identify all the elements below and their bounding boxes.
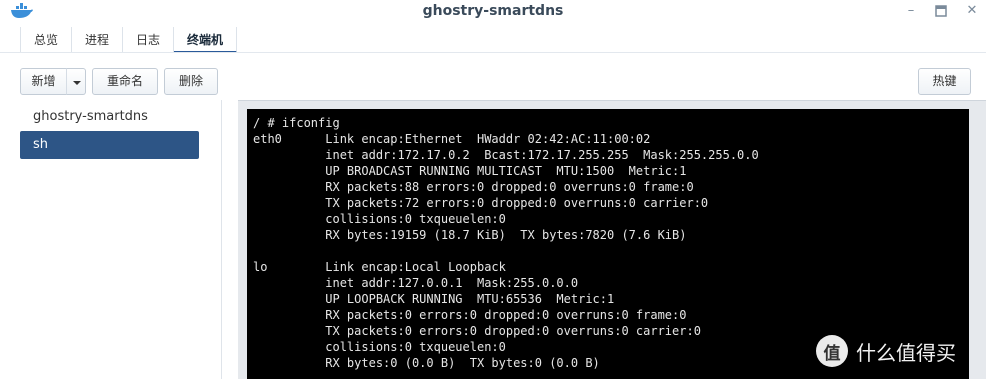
session-item-sh[interactable]: sh [20,131,199,159]
terminal-line: RX packets:88 errors:0 dropped:0 overrun… [253,180,694,194]
session-item-ghostry-smartdns[interactable]: ghostry-smartdns [20,103,199,131]
chevron-down-icon [73,81,81,85]
minimize-icon[interactable]: – [902,2,920,20]
terminal-line: / # ifconfig [253,116,340,130]
terminal-line: RX packets:0 errors:0 dropped:0 overruns… [253,308,687,322]
terminal-line: RX bytes:19159 (18.7 KiB) TX bytes:7820 … [253,228,687,242]
terminal-line: inet addr:127.0.0.1 Mask:255.0.0.0 [253,276,579,290]
session-sidebar: ghostry-smartdns sh [0,100,222,379]
close-icon[interactable]: ✕ [963,2,981,20]
tab-terminal[interactable]: 终端机 [174,27,238,53]
terminal-line: TX packets:72 errors:0 dropped:0 overrun… [253,196,709,210]
tab-divider [0,52,986,53]
terminal-output: / # ifconfig eth0 Link encap:Ethernet HWa… [253,115,759,371]
delete-button[interactable]: 删除 [164,68,218,95]
tab-bar: 总览 进程 日志 终端机 [20,27,238,53]
terminal-line: collisions:0 txqueuelen:0 [253,340,506,354]
watermark-text: 什么值得买 [856,340,956,365]
terminal-line: inet addr:172.17.0.2 Bcast:172.17.255.25… [253,148,759,162]
watermark-badge: 值 [816,335,848,367]
window-title: ghostry-smartdns [422,3,564,19]
terminal-line: lo Link encap:Local Loopback [253,260,506,274]
hotkey-button[interactable]: 热键 [918,68,971,95]
tab-overview[interactable]: 总览 [20,27,73,53]
terminal-line: UP LOOPBACK RUNNING MTU:65536 Metric:1 [253,292,615,306]
terminal-line: TX packets:0 errors:0 dropped:0 overruns… [253,324,701,338]
maximize-icon[interactable] [932,2,950,20]
rename-button[interactable]: 重命名 [92,68,158,95]
title-bar: ghostry-smartdns – ✕ [0,0,986,22]
terminal-line: UP BROADCAST RUNNING MULTICAST MTU:1500 … [253,164,687,178]
tab-log[interactable]: 日志 [123,27,175,53]
terminal-line: RX bytes:0 (0.0 B) TX bytes:0 (0.0 B) [253,356,600,370]
new-dropdown-button[interactable] [66,68,86,95]
watermark: 值 什么值得买 [816,335,956,367]
terminal-line: collisions:0 txqueuelen:0 [253,212,506,226]
tab-process[interactable]: 进程 [72,27,124,53]
new-button[interactable]: 新增 [20,68,67,95]
terminal-line: eth0 Link encap:Ethernet HWaddr 02:42:AC… [253,132,651,146]
